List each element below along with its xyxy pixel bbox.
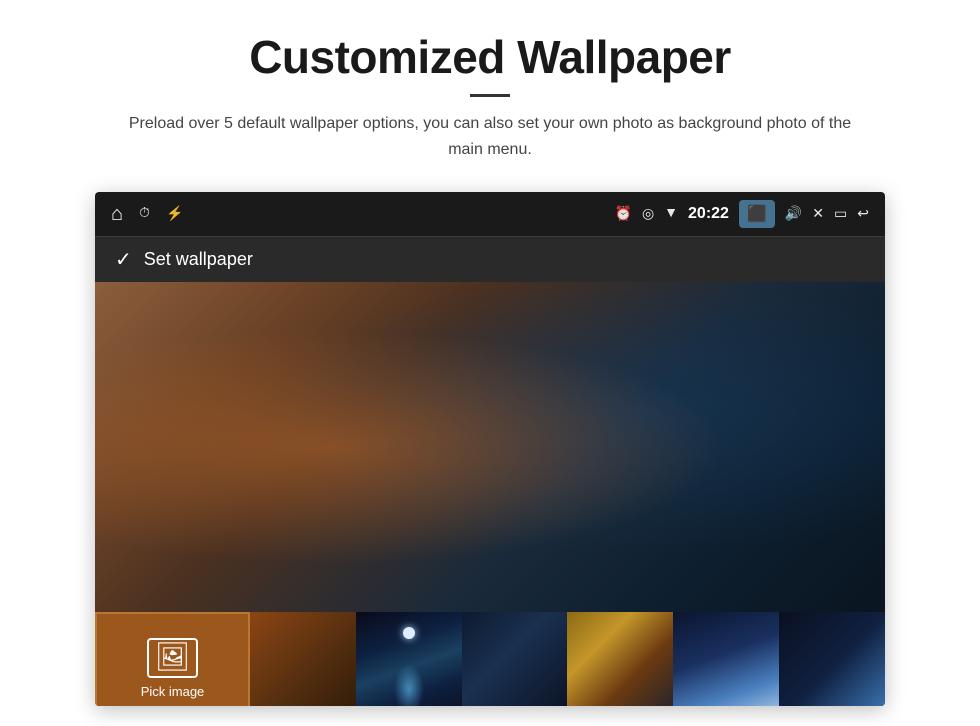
home-icon[interactable]: ⌂ bbox=[111, 203, 123, 226]
camera-button[interactable]: ⬛ bbox=[739, 200, 775, 228]
thumbnail-strip: 🖼 Pick image bbox=[95, 612, 885, 706]
location-icon: ◎ bbox=[642, 206, 654, 223]
status-right: ⏰ ◎ ▼ 20:22 ⬛ 🔊 ✕ ▭ ↩ bbox=[615, 200, 870, 228]
pick-image-label: Pick image bbox=[141, 684, 205, 699]
pick-image-icon: 🖼 bbox=[147, 638, 199, 678]
time-display: 20:22 bbox=[688, 205, 729, 223]
set-wallpaper-label: Set wallpaper bbox=[144, 249, 253, 270]
wallpaper-thumb-2[interactable] bbox=[356, 612, 462, 706]
wallpaper-thumb-4[interactable] bbox=[567, 612, 673, 706]
check-icon: ✓ bbox=[115, 247, 132, 272]
set-wallpaper-bar: ✓ Set wallpaper bbox=[95, 236, 885, 282]
pick-image-thumb[interactable]: 🖼 Pick image bbox=[95, 612, 250, 706]
page-subtitle: Preload over 5 default wallpaper options… bbox=[110, 111, 870, 162]
device-frame: ⌂ ⏱ ⚡ ⏰ ◎ ▼ 20:22 ⬛ 🔊 ✕ ▭ ↩ ✓ Set wallpa… bbox=[95, 192, 885, 706]
back-icon[interactable]: ↩ bbox=[857, 206, 869, 223]
clock-icon: ⏱ bbox=[139, 206, 150, 222]
title-section: Customized Wallpaper Preload over 5 defa… bbox=[110, 30, 870, 162]
window-icon[interactable]: ▭ bbox=[834, 206, 847, 223]
title-divider bbox=[470, 94, 510, 97]
wallpaper-thumb-6[interactable] bbox=[779, 612, 885, 706]
wallpaper-preview bbox=[95, 282, 885, 612]
usb-icon: ⚡ bbox=[166, 206, 183, 223]
alarm-icon: ⏰ bbox=[615, 206, 632, 223]
status-bar: ⌂ ⏱ ⚡ ⏰ ◎ ▼ 20:22 ⬛ 🔊 ✕ ▭ ↩ bbox=[95, 192, 885, 236]
status-left: ⌂ ⏱ ⚡ bbox=[111, 203, 183, 226]
volume-icon[interactable]: 🔊 bbox=[785, 206, 802, 223]
page-title: Customized Wallpaper bbox=[110, 30, 870, 84]
close-icon[interactable]: ✕ bbox=[812, 206, 824, 223]
wifi-icon: ▼ bbox=[664, 206, 678, 222]
wallpaper-thumb-5[interactable] bbox=[673, 612, 779, 706]
wallpaper-thumb-1[interactable] bbox=[250, 612, 356, 706]
page-container: Customized Wallpaper Preload over 5 defa… bbox=[0, 0, 980, 726]
wallpaper-thumb-3[interactable] bbox=[462, 612, 568, 706]
